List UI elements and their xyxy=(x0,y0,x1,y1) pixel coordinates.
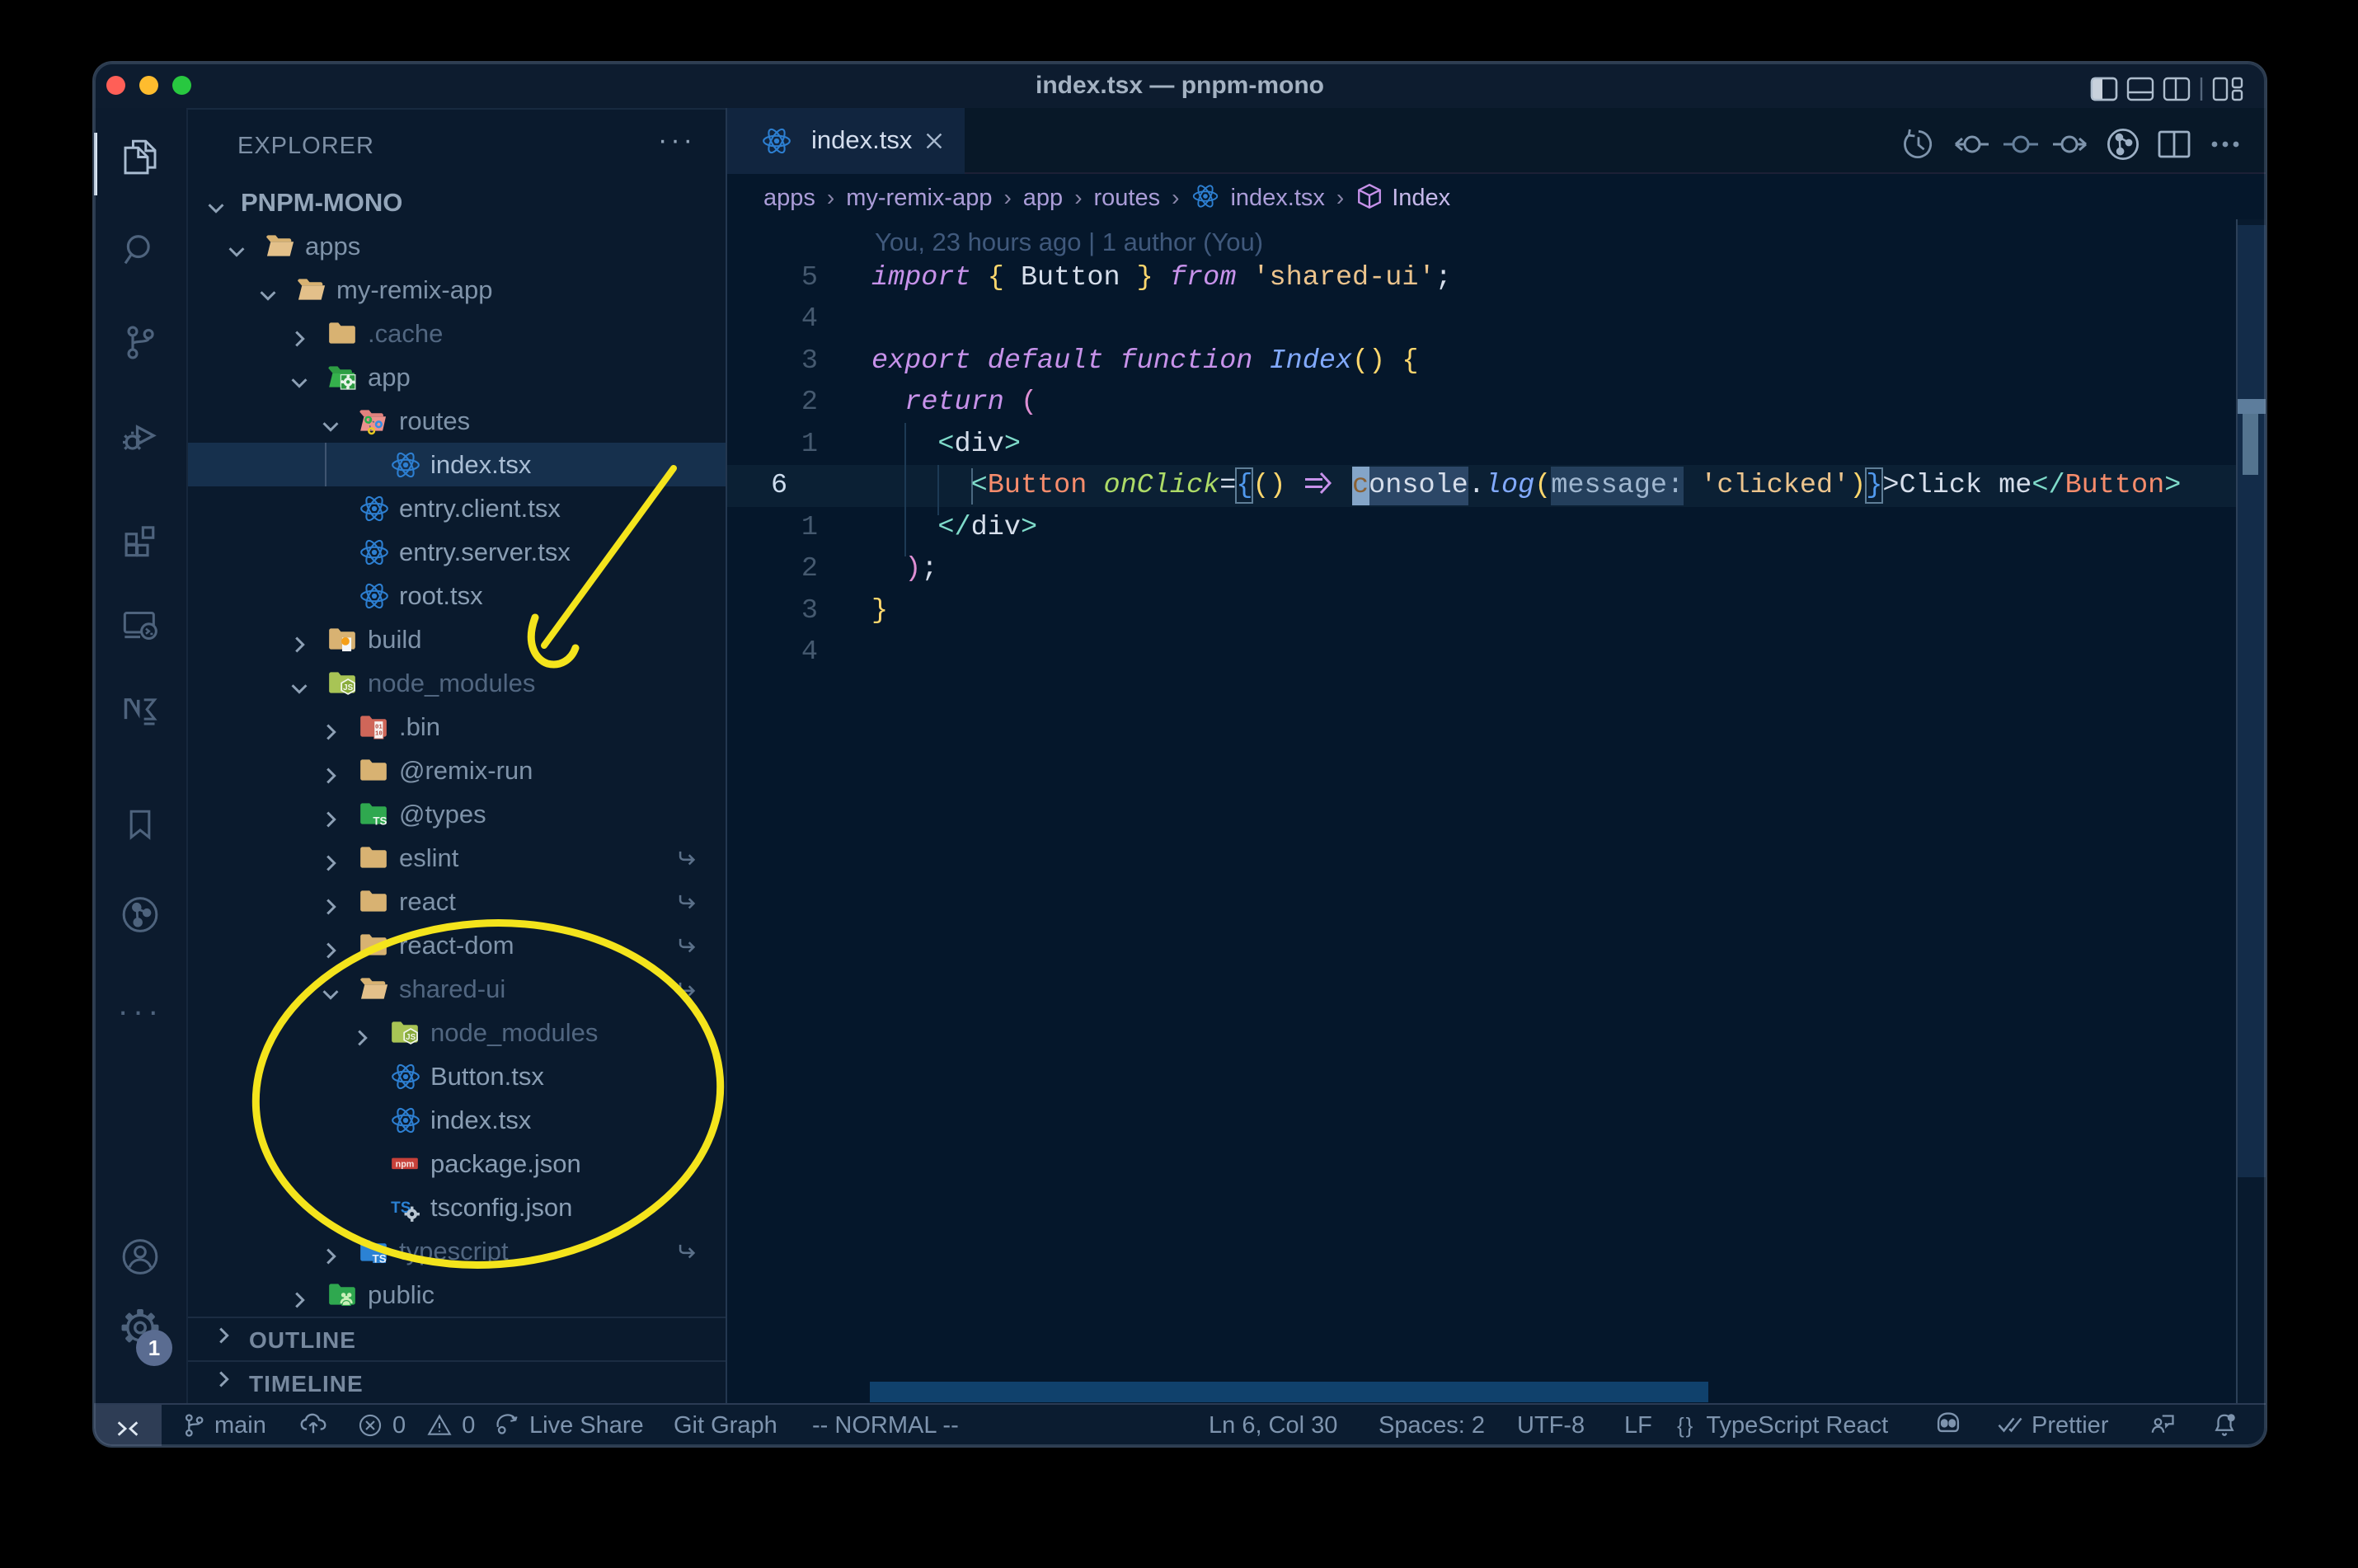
svg-text:JS: JS xyxy=(406,1033,416,1042)
svg-text:npm: npm xyxy=(396,1159,415,1169)
svg-text:10: 10 xyxy=(375,730,383,737)
svg-text:01: 01 xyxy=(375,724,383,730)
svg-text:TS: TS xyxy=(373,815,387,827)
svg-text:JS: JS xyxy=(343,683,353,692)
svg-text:TS: TS xyxy=(373,1252,387,1265)
